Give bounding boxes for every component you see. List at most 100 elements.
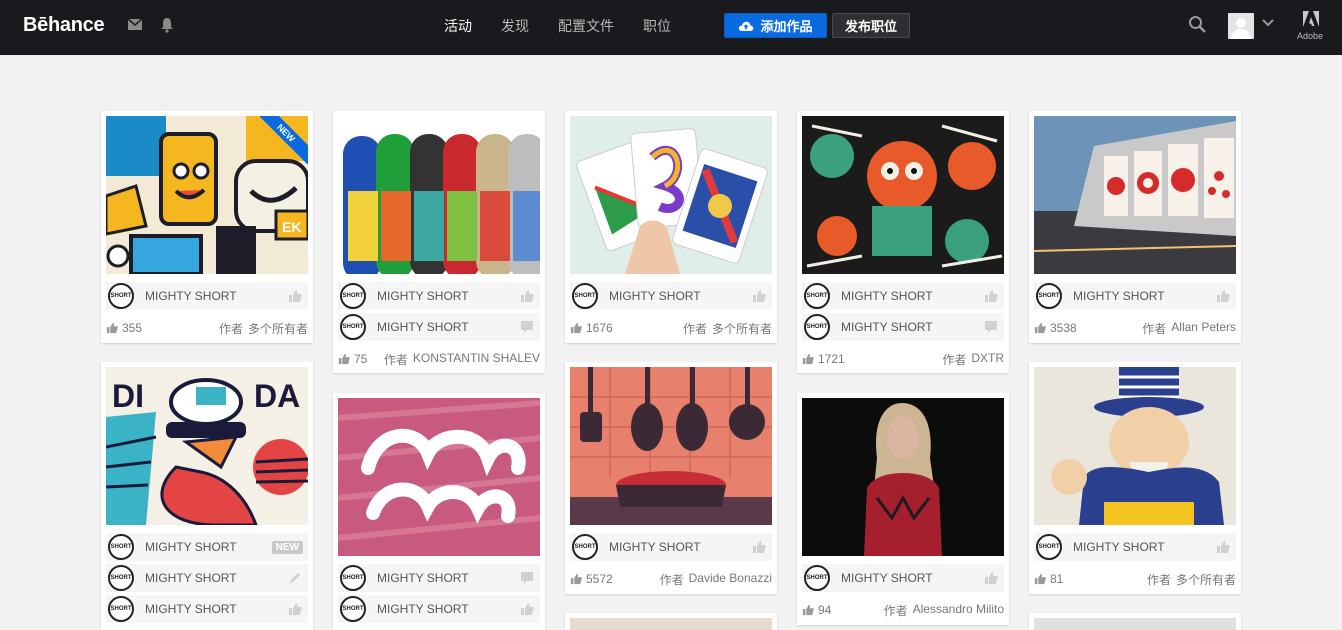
project-card[interactable]: EK NEW SHORT MIGHTY SHORT 355 作者 多个所有者: [101, 111, 313, 343]
mighty-short-logo: SHORT: [804, 283, 830, 309]
project-card[interactable]: DI DA SHORT MIGHTY SHORT NEW SHORT MIGHT…: [101, 362, 313, 630]
by-label: 作者: [682, 321, 707, 336]
thumb-up-icon[interactable]: [288, 289, 302, 303]
thumb-up-icon[interactable]: [1216, 540, 1230, 554]
add-project-button[interactable]: 添加作品: [724, 13, 827, 38]
nav-profile[interactable]: 配置文件: [558, 16, 614, 36]
author-link[interactable]: 多个所有者: [1176, 571, 1236, 588]
user-avatar[interactable]: [1228, 13, 1254, 39]
comment-icon[interactable]: [520, 320, 534, 334]
by-label: 作者: [383, 352, 408, 367]
owner-row[interactable]: SHORT MIGHTY SHORT: [338, 595, 540, 623]
project-card[interactable]: SHORT MIGHTY SHORT SHORT MIGHTY SHORT 17…: [797, 111, 1009, 373]
thumb-up-icon[interactable]: [520, 289, 534, 303]
owner-row[interactable]: SHORT MIGHTY SHORT: [802, 564, 1004, 592]
project-stats: 5572 作者 Davide Bonazzi: [570, 570, 772, 588]
project-card[interactable]: SHORT MIGHTY SHORT SHORT MIGHTY SHORT 75…: [333, 111, 545, 373]
project-thumbnail[interactable]: [570, 116, 772, 274]
bell-icon[interactable]: [159, 17, 175, 33]
comment-icon[interactable]: [984, 320, 998, 334]
adobe-label: Adobe: [1297, 31, 1324, 41]
owner-row[interactable]: SHORT MIGHTY SHORT: [106, 282, 308, 310]
adobe-logo-icon[interactable]: [1303, 11, 1319, 27]
thumb-up-icon[interactable]: [984, 289, 998, 303]
owner-row[interactable]: SHORT MIGHTY SHORT: [338, 564, 540, 592]
appreciation-icon: [1034, 573, 1046, 585]
owner-row[interactable]: SHORT MIGHTY SHORT: [338, 313, 540, 341]
project-thumbnail[interactable]: [1034, 618, 1236, 630]
mighty-short-logo: SHORT: [340, 314, 366, 340]
project-thumbnail[interactable]: EK NEW: [106, 116, 308, 274]
mighty-short-logo: SHORT: [108, 283, 134, 309]
project-stats: 81 作者 多个所有者: [1034, 570, 1236, 588]
thumb-up-icon[interactable]: [752, 289, 766, 303]
owner-row[interactable]: SHORT MIGHTY SHORT: [802, 282, 1004, 310]
nav-activity[interactable]: 活动: [444, 16, 472, 36]
author-link[interactable]: 多个所有者: [712, 320, 772, 337]
thumb-up-icon[interactable]: [1216, 289, 1230, 303]
owner-row[interactable]: SHORT MIGHTY SHORT: [338, 282, 540, 310]
project-thumbnail[interactable]: [1034, 367, 1236, 525]
project-cover-image: [338, 116, 540, 274]
by-label: 作者: [218, 321, 243, 336]
project-card[interactable]: SHORT MIGHTY SHORT 81 作者 多个所有者: [1029, 362, 1241, 594]
nav-jobs[interactable]: 职位: [643, 16, 671, 36]
owner-name: MIGHTY SHORT: [1073, 289, 1165, 303]
project-thumbnail[interactable]: [570, 367, 772, 525]
owner-row[interactable]: SHORT MIGHTY SHORT: [1034, 533, 1236, 561]
mighty-short-logo: SHORT: [108, 596, 134, 622]
cloud-upload-icon: [739, 21, 754, 31]
thumb-up-icon[interactable]: [520, 602, 534, 616]
owner-name: MIGHTY SHORT: [145, 571, 237, 585]
project-thumbnail[interactable]: [570, 618, 772, 630]
author-link[interactable]: Alessandro Milito: [913, 602, 1004, 619]
project-card[interactable]: SHORT MIGHTY SHORT 1676 作者 多个所有者: [565, 111, 777, 343]
owner-row[interactable]: SHORT MIGHTY SHORT: [802, 313, 1004, 341]
svg-text:DA: DA: [254, 378, 300, 414]
project-card[interactable]: SHORT MIGHTY SHORT 3538 作者 Allan Peters: [1029, 111, 1241, 343]
search-icon[interactable]: [1188, 15, 1207, 34]
owner-row[interactable]: SHORT MIGHTY SHORT: [1034, 282, 1236, 310]
thumb-up-icon[interactable]: [984, 571, 998, 585]
author-link[interactable]: Davide Bonazzi: [689, 571, 772, 588]
project-card[interactable]: [565, 613, 777, 630]
owner-row[interactable]: SHORT MIGHTY SHORT: [570, 533, 772, 561]
owner-name: MIGHTY SHORT: [377, 289, 469, 303]
mail-icon[interactable]: [128, 19, 142, 30]
author-link[interactable]: Allan Peters: [1171, 320, 1236, 337]
by-label: 作者: [1142, 321, 1167, 336]
owner-name: MIGHTY SHORT: [1073, 540, 1165, 554]
project-cover-image: DI DA: [106, 367, 308, 525]
appreciation-count: 75: [354, 352, 368, 366]
project-thumbnail[interactable]: DI DA: [106, 367, 308, 525]
mighty-short-logo: SHORT: [572, 534, 598, 560]
owner-row[interactable]: SHORT MIGHTY SHORT NEW: [106, 533, 308, 561]
project-card[interactable]: SHORT MIGHTY SHORT 94 作者 Alessandro Milit…: [797, 393, 1009, 625]
pencil-icon[interactable]: [288, 571, 302, 585]
author-link[interactable]: DXTR: [971, 351, 1004, 368]
by-label: 作者: [1146, 572, 1171, 587]
owner-row[interactable]: SHORT MIGHTY SHORT: [106, 595, 308, 623]
thumb-up-icon[interactable]: [288, 602, 302, 616]
thumb-up-icon[interactable]: [752, 540, 766, 554]
project-thumbnail[interactable]: [802, 398, 1004, 556]
project-thumbnail[interactable]: [802, 116, 1004, 274]
comment-icon[interactable]: [520, 571, 534, 585]
author-link[interactable]: 多个所有者: [248, 320, 308, 337]
project-card[interactable]: SHORT MIGHTY SHORT 5572 作者 Davide Bonazzi: [565, 362, 777, 594]
owner-row[interactable]: SHORT MIGHTY SHORT: [570, 282, 772, 310]
appreciation-count: 355: [122, 321, 143, 335]
behance-logo[interactable]: Bēhance: [23, 14, 105, 37]
avatar-placeholder-icon: [1231, 18, 1251, 39]
post-job-button[interactable]: 发布职位: [832, 13, 910, 38]
project-card[interactable]: SHORT MIGHTY SHORT SHORT MIGHTY SHORT: [333, 393, 545, 630]
chevron-down-icon[interactable]: [1262, 19, 1274, 27]
nav-discover[interactable]: 发现: [501, 16, 529, 36]
author-link[interactable]: KONSTANTIN SHALEV: [413, 351, 540, 368]
project-thumbnail[interactable]: [338, 398, 540, 556]
owner-row[interactable]: SHORT MIGHTY SHORT: [106, 564, 308, 592]
project-thumbnail[interactable]: [1034, 116, 1236, 274]
project-thumbnail[interactable]: [338, 116, 540, 274]
project-card[interactable]: [1029, 613, 1241, 630]
appreciation-count: 1676: [586, 321, 613, 335]
